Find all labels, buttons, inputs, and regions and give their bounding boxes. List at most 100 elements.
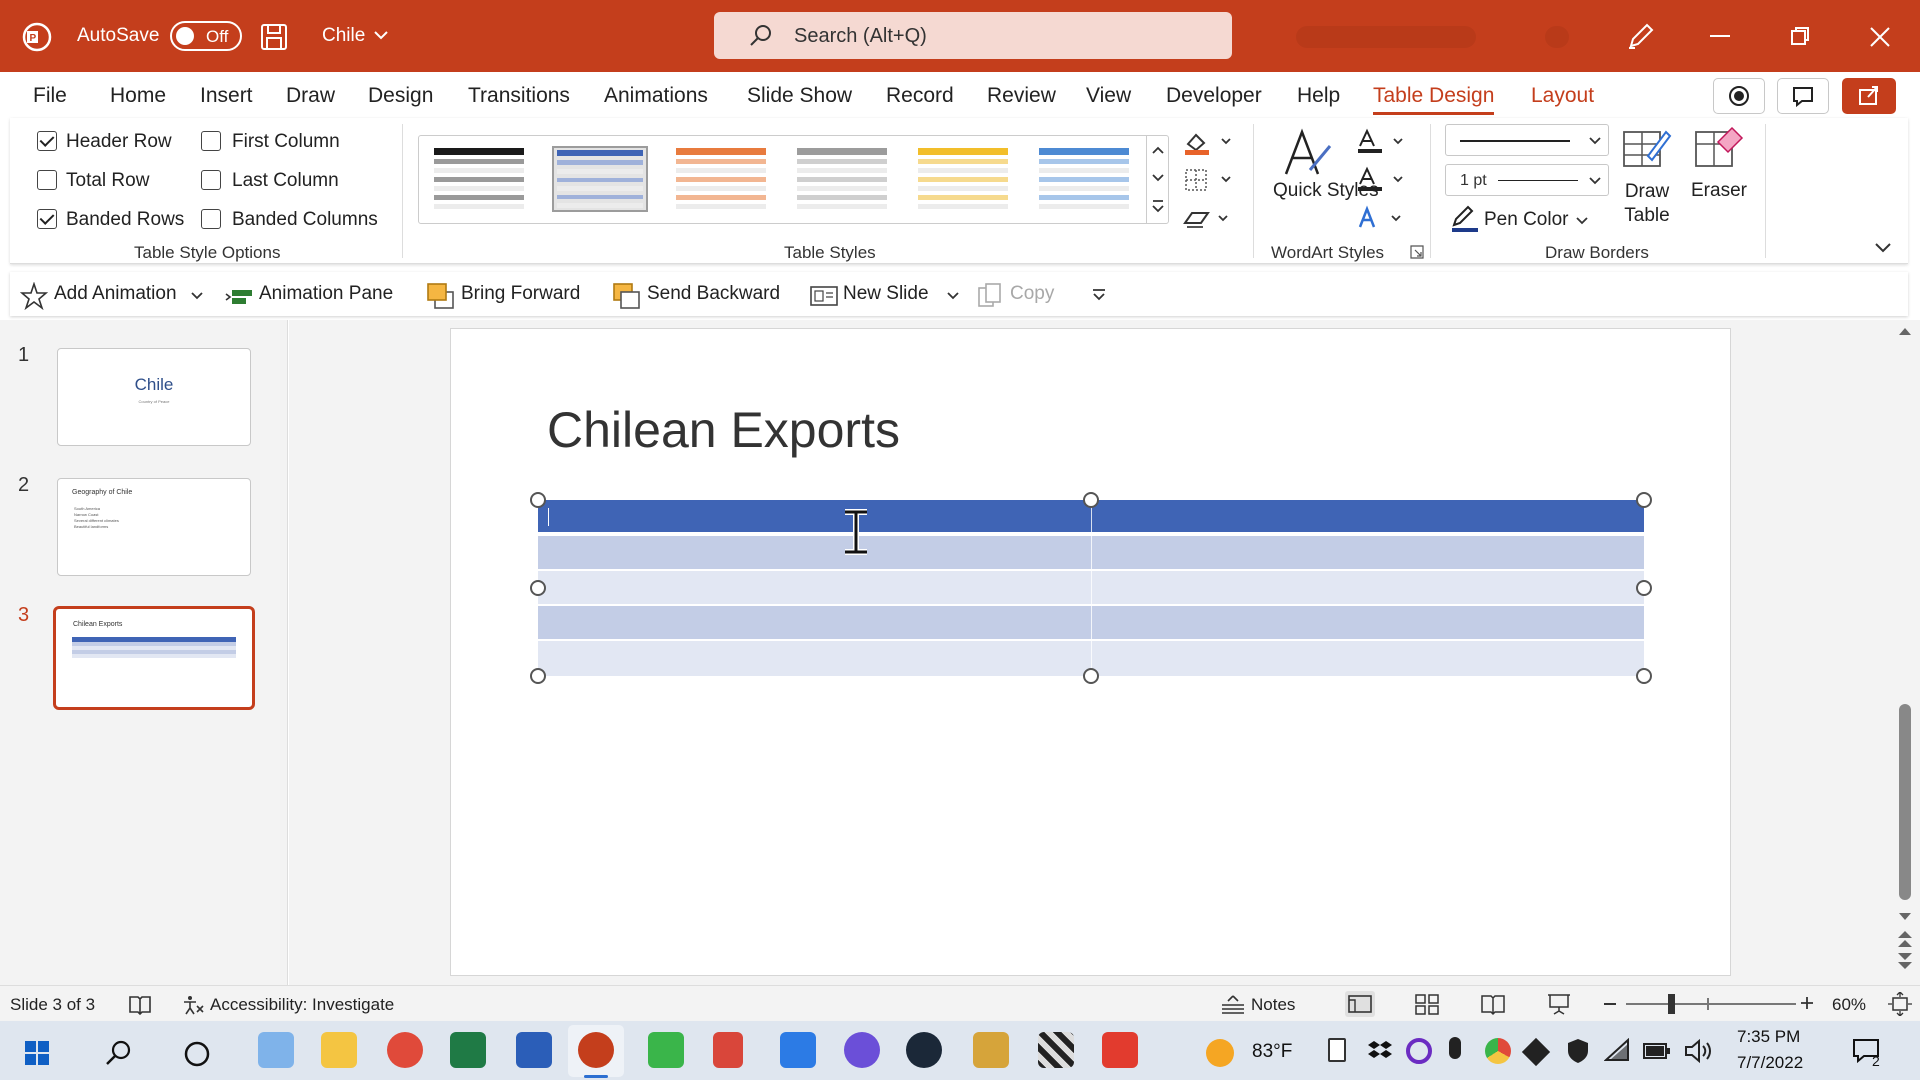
header-row-checkbox[interactable]: [37, 131, 57, 151]
normal-view-button[interactable]: [1345, 991, 1375, 1017]
slide-thumbnail-3[interactable]: Chilean Exports: [53, 606, 255, 710]
slide-thumbnail-1[interactable]: Chile Country of Peace: [57, 348, 251, 446]
pen-icon[interactable]: [1625, 20, 1657, 52]
table-style-light-blue[interactable]: [1036, 146, 1132, 212]
close-icon[interactable]: [1869, 26, 1891, 48]
banded-rows-checkbox[interactable]: [37, 209, 57, 229]
total-row-checkbox[interactable]: [37, 170, 57, 190]
record-button[interactable]: [1713, 78, 1765, 114]
tab-developer[interactable]: Developer: [1166, 84, 1262, 108]
avatar[interactable]: [1545, 26, 1569, 48]
tab-transitions[interactable]: Transitions: [468, 84, 570, 108]
tab-table-design[interactable]: Table Design: [1373, 84, 1495, 115]
table-style-black[interactable]: [431, 146, 527, 212]
vertical-scrollbar[interactable]: [1890, 320, 1920, 985]
effects-icon[interactable]: [1182, 205, 1234, 233]
animation-pane-icon[interactable]: [224, 284, 254, 310]
security-icon[interactable]: [1566, 1037, 1590, 1065]
chrome-icon[interactable]: [387, 1032, 423, 1068]
scroll-up-icon[interactable]: [1898, 326, 1912, 336]
tab-layout[interactable]: Layout: [1531, 84, 1594, 108]
powerpoint-taskbar-icon[interactable]: [578, 1032, 614, 1068]
text-effects-icon[interactable]: [1356, 205, 1410, 233]
accessibility-status[interactable]: Accessibility: Investigate: [210, 995, 394, 1015]
checkered-app-icon[interactable]: [1038, 1032, 1074, 1068]
chrome-tray-icon[interactable]: [1485, 1038, 1511, 1064]
scroll-thumb[interactable]: [1899, 704, 1911, 900]
next-slide-icon[interactable]: [1897, 952, 1913, 970]
app-icon[interactable]: [844, 1032, 880, 1068]
chevron-down-icon[interactable]: [1575, 215, 1589, 227]
table-style-gray[interactable]: [794, 146, 890, 212]
customize-toolbar-icon[interactable]: [1091, 287, 1107, 303]
text-outline-icon[interactable]: [1356, 166, 1410, 194]
clipboard-icon[interactable]: [1328, 1038, 1346, 1062]
gallery-down-icon[interactable]: [1151, 172, 1165, 184]
bring-forward-icon[interactable]: [426, 282, 456, 310]
table-style-gold[interactable]: [915, 146, 1011, 212]
eraser-icon[interactable]: [1694, 126, 1744, 170]
pen-style-select[interactable]: [1445, 124, 1609, 156]
tab-animations[interactable]: Animations: [604, 84, 708, 108]
draw-table-icon[interactable]: [1622, 126, 1672, 170]
battery-icon[interactable]: [1642, 1042, 1672, 1060]
steam-icon[interactable]: [906, 1032, 942, 1068]
resize-handle[interactable]: [1636, 580, 1652, 596]
zoom-slider-thumb[interactable]: [1668, 994, 1675, 1014]
phone-link-icon[interactable]: [780, 1032, 816, 1068]
word-icon[interactable]: [516, 1032, 552, 1068]
slide-thumbnail-2[interactable]: Geography of Chile South America Narrow …: [57, 478, 251, 576]
send-backward-label[interactable]: Send Backward: [647, 283, 780, 305]
borders-icon[interactable]: [1182, 166, 1234, 194]
resize-handle[interactable]: [530, 668, 546, 684]
file-explorer-icon[interactable]: [321, 1032, 357, 1068]
reading-view-icon[interactable]: [1480, 992, 1506, 1016]
resize-handle[interactable]: [1636, 668, 1652, 684]
windows-start-icon[interactable]: [24, 1040, 50, 1066]
fit-to-window-icon[interactable]: [1887, 992, 1913, 1016]
autosave-toggle[interactable]: Off: [170, 21, 242, 51]
slide-sorter-icon[interactable]: [1414, 992, 1440, 1016]
restore-icon[interactable]: [1790, 26, 1810, 46]
last-column-checkbox[interactable]: [201, 170, 221, 190]
tab-record[interactable]: Record: [886, 84, 954, 108]
wifi-icon[interactable]: [1604, 1038, 1632, 1064]
save-icon[interactable]: [260, 23, 288, 51]
snipping-tool-icon[interactable]: [713, 1032, 743, 1068]
clock-time[interactable]: 7:35 PM: [1737, 1027, 1800, 1047]
table-style-orange[interactable]: [673, 146, 769, 212]
resize-handle[interactable]: [1636, 492, 1652, 508]
send-backward-icon[interactable]: [612, 282, 642, 310]
zoom-level[interactable]: 60%: [1832, 995, 1866, 1015]
spelling-icon[interactable]: [128, 994, 152, 1016]
animation-pane-label[interactable]: Animation Pane: [259, 283, 393, 305]
share-button[interactable]: [1842, 78, 1896, 114]
search-icon[interactable]: [104, 1038, 134, 1068]
weather-temp[interactable]: 83°F: [1252, 1041, 1292, 1063]
notes-label[interactable]: Notes: [1251, 995, 1295, 1015]
slide-title[interactable]: Chilean Exports: [547, 401, 900, 459]
microphone-icon[interactable]: [1449, 1037, 1461, 1059]
resize-handle[interactable]: [530, 492, 546, 508]
first-column-checkbox[interactable]: [201, 131, 221, 151]
gallery-up-icon[interactable]: [1151, 144, 1165, 156]
accessibility-icon[interactable]: [181, 994, 205, 1016]
tab-review[interactable]: Review: [987, 84, 1056, 108]
tray-diamond-icon[interactable]: [1521, 1037, 1551, 1067]
clock-date[interactable]: 7/7/2022: [1737, 1053, 1803, 1073]
quick-styles-icon[interactable]: [1280, 128, 1336, 178]
tab-home[interactable]: Home: [110, 84, 166, 108]
resize-handle[interactable]: [530, 580, 546, 596]
slide-table[interactable]: [538, 500, 1644, 676]
text-fill-icon[interactable]: [1356, 128, 1410, 156]
zoom-in-icon[interactable]: [1799, 994, 1815, 1012]
cortana-icon[interactable]: [182, 1039, 212, 1069]
tab-view[interactable]: View: [1086, 84, 1131, 108]
account-name[interactable]: [1296, 26, 1476, 48]
chevron-down-icon[interactable]: [946, 290, 960, 302]
excel-icon[interactable]: [450, 1032, 486, 1068]
pen-color-label[interactable]: Pen Color: [1484, 209, 1569, 231]
previous-slide-icon[interactable]: [1897, 930, 1913, 948]
weather-icon[interactable]: [1206, 1039, 1234, 1067]
resize-handle[interactable]: [1083, 492, 1099, 508]
